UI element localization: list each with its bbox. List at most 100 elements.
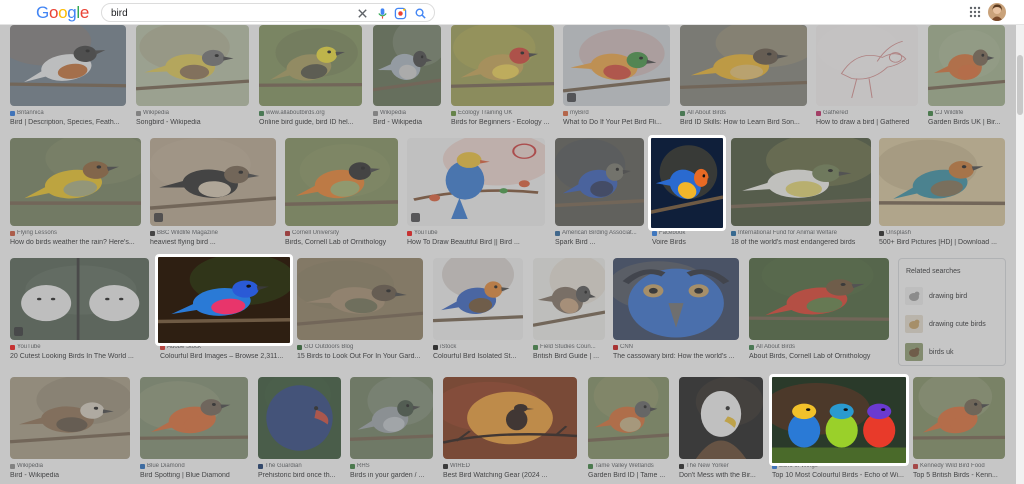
result-title[interactable]: Online bird guide, bird ID hel... — [259, 119, 362, 126]
highlighted-result[interactable] — [155, 254, 293, 346]
result-title[interactable]: 20 Cutest Looking Birds In The World ... — [10, 353, 149, 360]
image-result[interactable]: CNN The cassowary bird: How the world's .… — [613, 258, 739, 363]
image-result[interactable]: The Guardian Prehistoric bird once th... — [258, 377, 341, 482]
result-thumbnail[interactable] — [879, 138, 1005, 226]
result-title[interactable]: heaviest flying bird ... — [150, 239, 276, 246]
result-title[interactable]: Voire Birds — [652, 239, 721, 246]
result-thumbnail[interactable] — [10, 258, 149, 340]
highlighted-result[interactable] — [648, 135, 726, 231]
scrollbar-thumb[interactable] — [1017, 55, 1023, 115]
result-title[interactable]: British Bird Guide | ... — [533, 353, 605, 360]
result-title[interactable]: How To Draw Beautiful Bird || Bird ... — [407, 239, 545, 246]
clear-icon[interactable] — [356, 7, 369, 20]
result-source[interactable]: American Birding Associat... — [555, 230, 644, 236]
result-title[interactable]: Songbird - Wikipedia — [136, 119, 249, 126]
microphone-icon[interactable] — [376, 7, 389, 20]
result-thumbnail[interactable] — [285, 138, 398, 226]
image-result[interactable]: RHS Birds in your garden / ... — [350, 377, 433, 482]
result-source[interactable]: www.allaboutbirds.org — [259, 110, 362, 116]
result-source[interactable]: Blue Diamond — [140, 463, 248, 469]
google-logo[interactable]: Google — [36, 3, 89, 23]
result-title[interactable]: Garden Birds UK | Bir... — [928, 119, 1005, 126]
result-thumbnail[interactable] — [297, 258, 423, 340]
result-title[interactable]: Spark Bird ... — [555, 239, 644, 246]
result-source[interactable]: Unsplash — [879, 230, 1005, 236]
image-result[interactable]: American Birding Associat... Spark Bird .… — [555, 138, 644, 249]
image-result[interactable]: Wikipedia Songbird - Wikipedia — [136, 25, 249, 129]
result-title[interactable]: Don't Mess with the Bir... — [679, 472, 763, 479]
result-title[interactable]: Prehistoric bird once th... — [258, 472, 341, 479]
result-source[interactable]: Wikipedia — [373, 110, 441, 116]
result-thumbnail[interactable] — [533, 258, 605, 340]
result-source[interactable]: Cornell University — [285, 230, 398, 236]
result-thumbnail[interactable] — [731, 138, 871, 226]
image-result[interactable]: Britannica Bird | Description, Species, F… — [10, 25, 126, 129]
result-title[interactable]: Top 10 Most Colourful Birds - Echo of Wi… — [772, 472, 905, 479]
result-title[interactable]: Best Bird Watching Gear (2024 ... — [443, 472, 577, 479]
related-search-item[interactable]: drawing bird — [903, 284, 1003, 308]
image-result[interactable]: Field Studies Coun... British Bird Guide … — [533, 258, 605, 363]
result-source[interactable]: Ecology Training UK — [451, 110, 554, 116]
search-icon[interactable] — [414, 7, 427, 20]
result-source[interactable]: International Fund for Animal Welfare — [731, 230, 871, 236]
image-result[interactable]: Gathered How to draw a bird | Gathered — [816, 25, 918, 129]
result-thumbnail[interactable] — [10, 25, 126, 106]
result-source[interactable]: Tame Valley Wetlands — [588, 463, 669, 469]
image-result[interactable]: Unsplash 500+ Bird Pictures [HD] | Downlo… — [879, 138, 1005, 249]
result-source[interactable]: Field Studies Coun... — [533, 344, 605, 350]
result-source[interactable]: Kennedy Wild Bird Food — [913, 463, 1005, 469]
image-result[interactable]: All About Birds Bird ID Skills: How to Le… — [680, 25, 807, 129]
image-result[interactable]: BBC Wildlife Magazine heaviest flying bir… — [150, 138, 276, 249]
result-thumbnail[interactable] — [749, 258, 889, 340]
result-thumbnail[interactable] — [913, 377, 1005, 459]
highlighted-result[interactable] — [769, 374, 909, 466]
apps-grid-icon[interactable] — [969, 6, 981, 18]
image-result[interactable]: Ecology Training UK Birds for Beginners -… — [451, 25, 554, 129]
result-title[interactable]: Birds for Beginners - Ecology ... — [451, 119, 554, 126]
result-source[interactable]: RHS — [350, 463, 433, 469]
image-result[interactable]: WIRED Best Bird Watching Gear (2024 ... — [443, 377, 577, 482]
result-title[interactable]: Bird | Description, Species, Feath... — [10, 119, 126, 126]
result-source[interactable]: Flying Lessons — [10, 230, 141, 236]
result-thumbnail[interactable] — [928, 25, 1005, 106]
image-result[interactable]: Tame Valley Wetlands Garden Bird ID | Tam… — [588, 377, 669, 482]
result-source[interactable]: CJ Wildlife — [928, 110, 1005, 116]
result-thumbnail[interactable] — [563, 25, 670, 106]
image-result[interactable]: Wikipedia Bird - Wikipedia — [373, 25, 441, 129]
result-thumbnail[interactable] — [555, 138, 644, 226]
image-result[interactable]: Flying Lessons How do birds weather the r… — [10, 138, 141, 249]
image-result[interactable]: iStock Colourful Bird Isolated St... — [433, 258, 523, 363]
result-thumbnail[interactable] — [150, 138, 276, 226]
image-result[interactable]: International Fund for Animal Welfare 18 … — [731, 138, 871, 249]
image-result[interactable]: Blue Diamond Bird Spotting | Blue Diamond — [140, 377, 248, 482]
result-title[interactable]: Birds, Cornell Lab of Ornithology — [285, 239, 398, 246]
result-thumbnail[interactable] — [350, 377, 433, 459]
result-thumbnail[interactable] — [443, 377, 577, 459]
result-title[interactable]: Garden Bird ID | Tame ... — [588, 472, 669, 479]
result-thumbnail[interactable] — [259, 25, 362, 106]
image-result[interactable]: CJ Wildlife Garden Birds UK | Bir... — [928, 25, 1005, 129]
result-source[interactable]: The New Yorker — [679, 463, 763, 469]
image-result[interactable]: All About Birds About Birds, Cornell Lab … — [749, 258, 889, 363]
image-result[interactable]: Cornell University Birds, Cornell Lab of … — [285, 138, 398, 249]
result-source[interactable]: CNN — [613, 344, 739, 350]
result-thumbnail[interactable] — [679, 377, 763, 459]
image-result[interactable]: GO Outdoors Blog 15 Birds to Look Out For… — [297, 258, 423, 363]
result-thumbnail[interactable] — [588, 377, 669, 459]
image-result[interactable]: YouTube How To Draw Beautiful Bird || Bir… — [407, 138, 545, 249]
result-title[interactable]: 15 Birds to Look Out For In Your Gard... — [297, 353, 423, 360]
result-source[interactable]: iStock — [433, 344, 523, 350]
result-source[interactable]: All About Birds — [680, 110, 807, 116]
image-result[interactable]: Kennedy Wild Bird Food Top 5 British Bird… — [913, 377, 1005, 482]
image-result[interactable]: The New Yorker Don't Mess with the Bir... — [679, 377, 763, 482]
result-thumbnail[interactable] — [816, 25, 918, 106]
result-thumbnail[interactable] — [258, 377, 341, 459]
image-result[interactable]: myBird What to Do If Your Pet Bird Fli... — [563, 25, 670, 129]
result-source[interactable]: BBC Wildlife Magazine — [150, 230, 276, 236]
result-title[interactable]: Top 5 British Birds - Kenn... — [913, 472, 1005, 479]
result-thumbnail[interactable] — [136, 25, 249, 106]
result-title[interactable]: 500+ Bird Pictures [HD] | Download ... — [879, 239, 1005, 246]
search-input[interactable] — [111, 6, 341, 20]
result-source[interactable]: YouTube — [407, 230, 545, 236]
result-thumbnail[interactable] — [140, 377, 248, 459]
